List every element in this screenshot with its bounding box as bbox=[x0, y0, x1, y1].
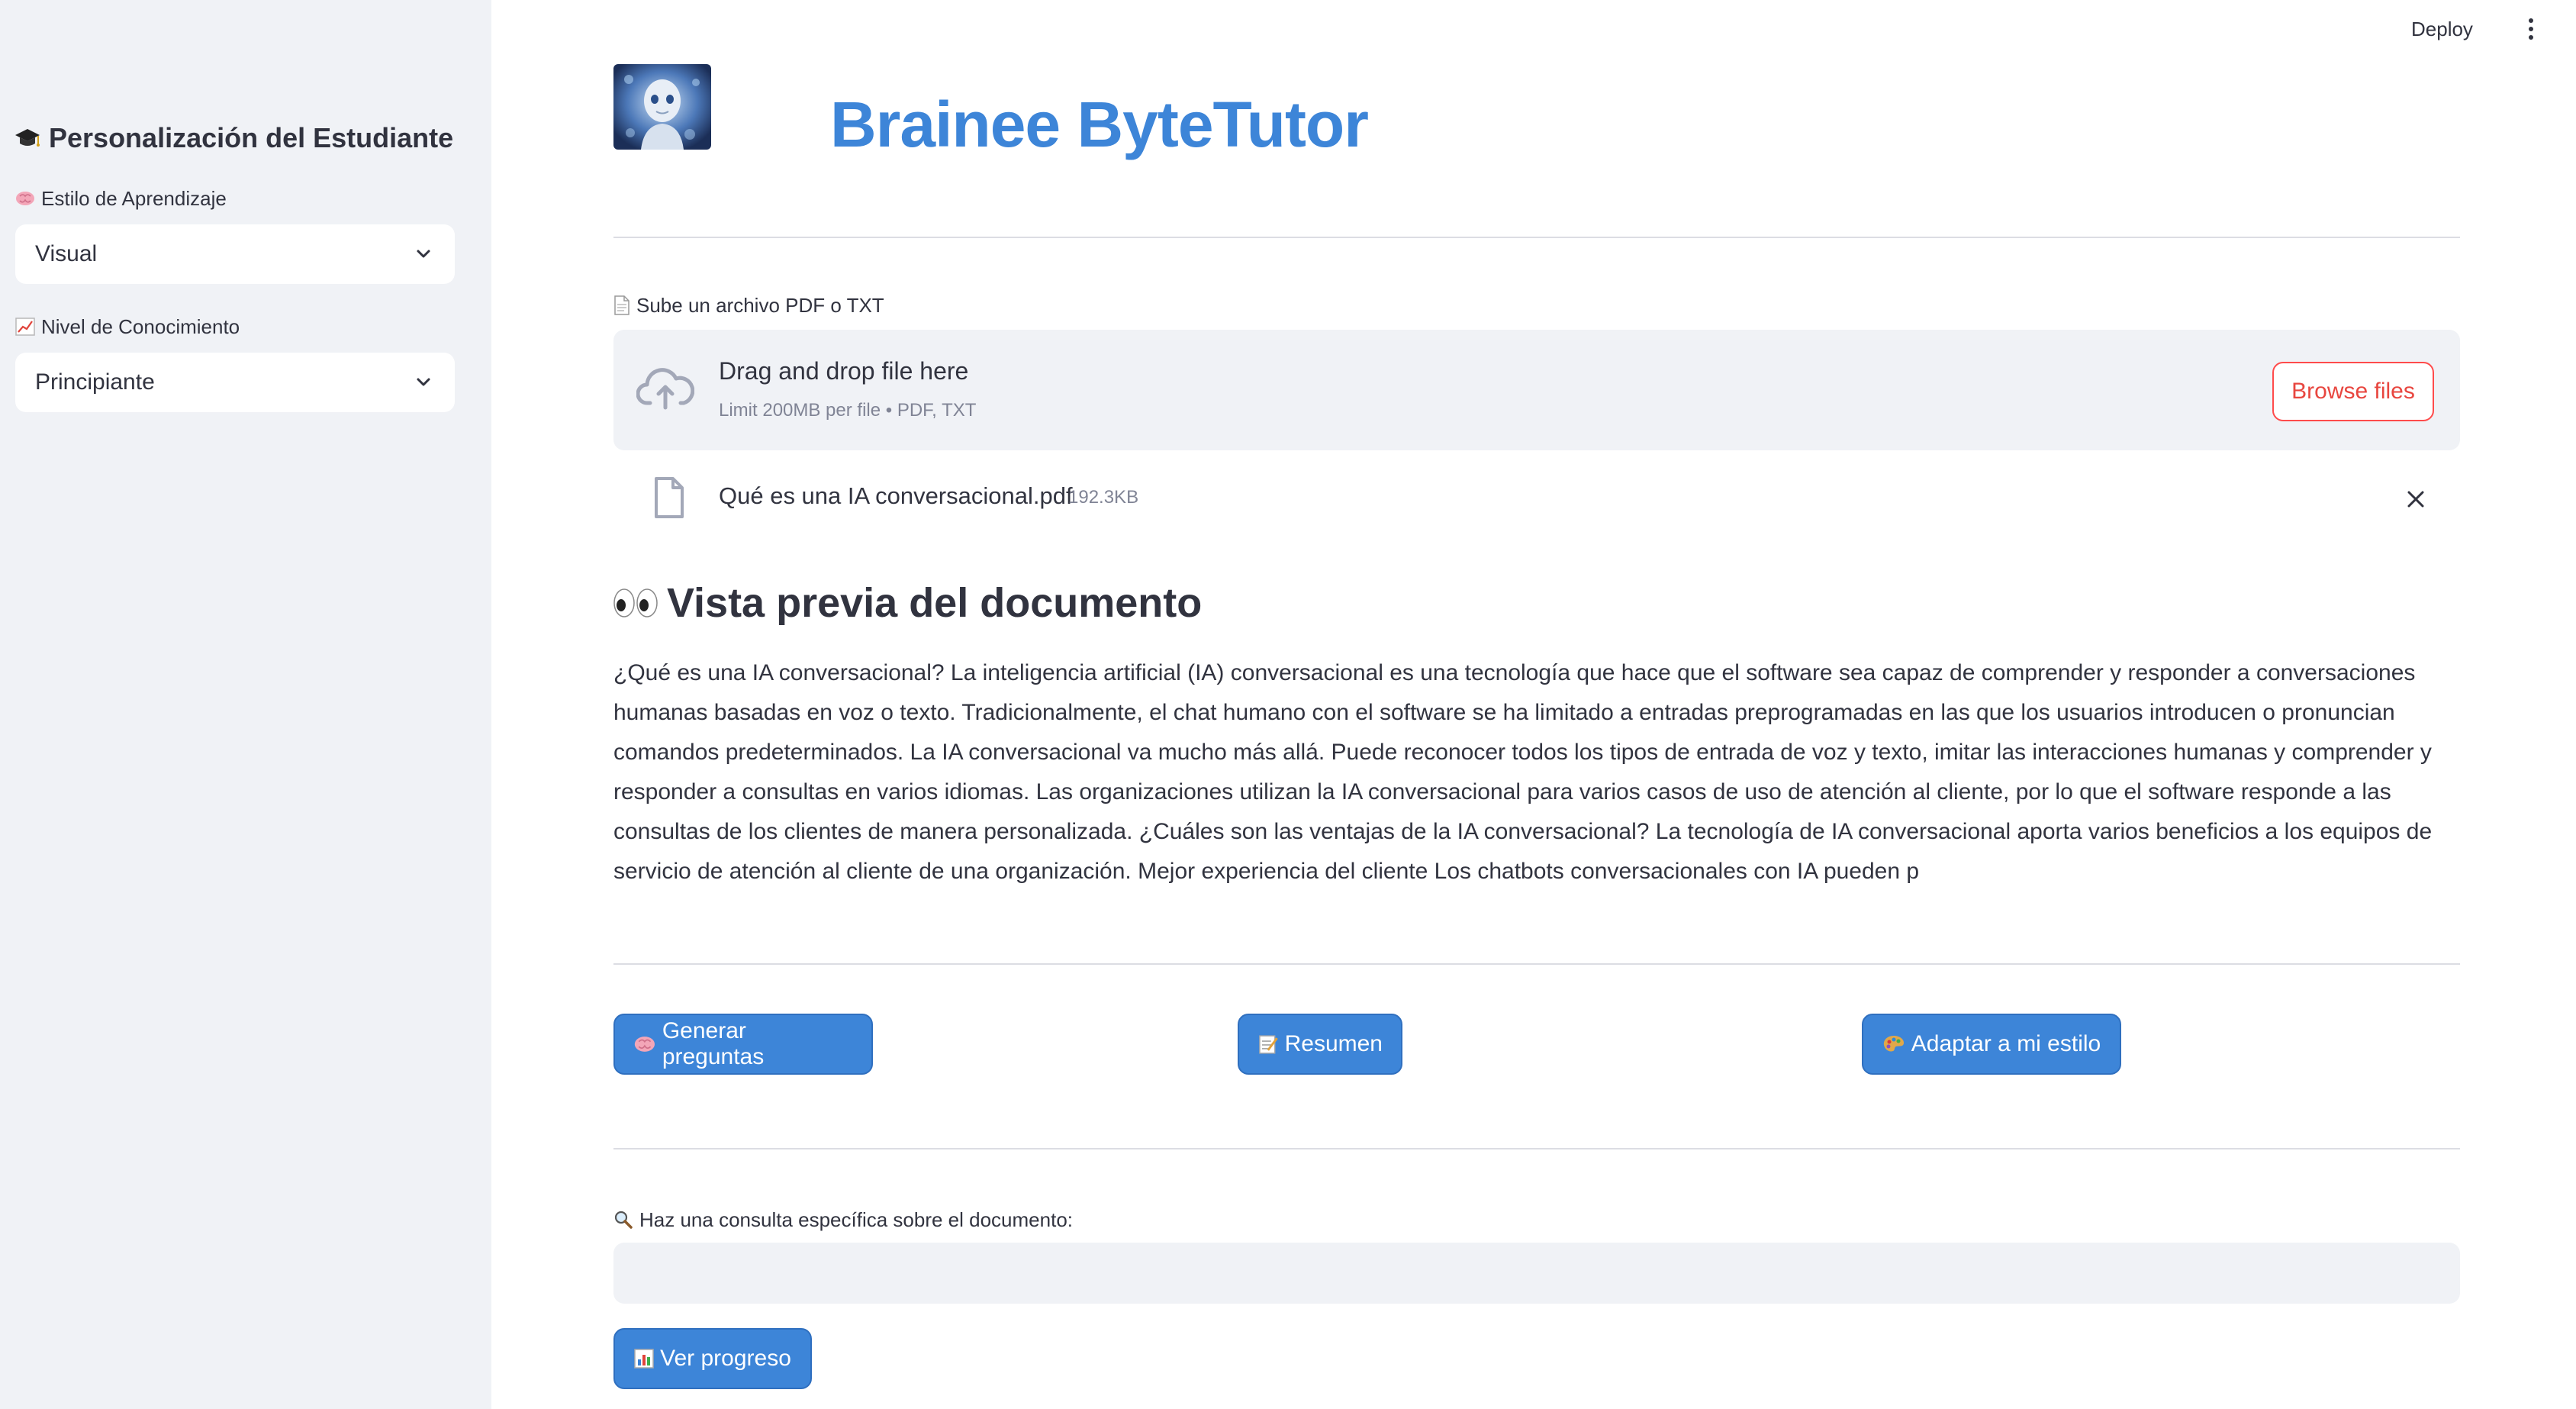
view-progress-label: Ver progreso bbox=[660, 1346, 791, 1371]
document-preview-text: ¿Qué es una IA conversacional? La inteli… bbox=[613, 653, 2460, 892]
app-title: Brainee ByteTutor bbox=[830, 88, 1369, 160]
learning-style-select[interactable]: Visual bbox=[15, 224, 455, 284]
deploy-button[interactable]: Deploy bbox=[2411, 12, 2473, 46]
adapt-style-button[interactable]: Adaptar a mi estilo bbox=[1862, 1014, 2121, 1075]
knowledge-level-value: Principiante bbox=[35, 369, 155, 395]
divider bbox=[613, 963, 2460, 965]
learning-style-label: Estilo de Aprendizaje bbox=[15, 185, 227, 212]
preview-heading-text: Vista previa del documento bbox=[667, 580, 1203, 626]
file-icon bbox=[655, 477, 684, 518]
sidebar-title-text: Personalización del Estudiante bbox=[49, 122, 454, 153]
brain-icon bbox=[634, 1037, 655, 1052]
artist-palette-icon bbox=[1883, 1036, 1904, 1052]
page-icon bbox=[614, 295, 630, 315]
memo-icon bbox=[1259, 1035, 1278, 1054]
cloud-upload-icon bbox=[636, 368, 694, 410]
remove-file-icon[interactable] bbox=[2402, 485, 2429, 513]
view-progress-button[interactable]: Ver progreso bbox=[613, 1328, 812, 1389]
preview-line: consultas de los clientes de manera pers… bbox=[613, 819, 2433, 844]
knowledge-level-label-text: Nivel de Conocimiento bbox=[41, 314, 240, 338]
dropzone-limits: Limit 200MB per file • PDF, TXT bbox=[719, 400, 977, 421]
adapt-style-label: Adaptar a mi estilo bbox=[1911, 1031, 2101, 1056]
summary-button[interactable]: Resumen bbox=[1238, 1014, 1402, 1075]
uploaded-file-name: Qué es una IA conversacional.pdf bbox=[719, 482, 1073, 509]
knowledge-level-label: Nivel de Conocimiento bbox=[15, 313, 240, 340]
chevron-down-icon bbox=[417, 250, 430, 258]
preview-line: responder a consultas en varios idiomas.… bbox=[613, 779, 2391, 804]
learning-style-label-text: Estilo de Aprendizaje bbox=[41, 186, 227, 210]
sidebar-title: Personalización del Estudiante bbox=[14, 119, 453, 157]
bar-chart-icon bbox=[634, 1349, 654, 1369]
learning-style-value: Visual bbox=[35, 241, 98, 266]
knowledge-level-select[interactable]: Principiante bbox=[15, 353, 455, 412]
preview-line: servicio de atención al cliente de una o… bbox=[613, 859, 1920, 884]
document-query-input[interactable] bbox=[613, 1243, 2460, 1304]
query-label: Haz una consulta específica sobre el doc… bbox=[613, 1206, 1073, 1233]
preview-line: comandos predeterminados. La IA conversa… bbox=[613, 740, 2432, 765]
preview-line: ¿Qué es una IA conversacional? La inteli… bbox=[613, 660, 2416, 685]
generate-questions-button[interactable]: Generar preguntas bbox=[613, 1014, 873, 1075]
preview-heading: Vista previa del documento bbox=[613, 574, 1202, 632]
chart-increasing-icon bbox=[15, 318, 35, 336]
generate-questions-label: Generar preguntas bbox=[662, 1018, 765, 1069]
chevron-down-icon bbox=[417, 378, 430, 386]
summary-label: Resumen bbox=[1284, 1031, 1383, 1056]
graduation-cap-icon bbox=[15, 129, 40, 147]
sidebar: Personalización del Estudiante Estilo de… bbox=[0, 0, 491, 1409]
file-dropzone[interactable]: Drag and drop file here Limit 200MB per … bbox=[613, 330, 2460, 450]
divider bbox=[613, 1148, 2460, 1149]
upload-label: Sube un archivo PDF o TXT bbox=[613, 292, 884, 319]
preview-line: humanas basadas en voz o texto. Tradicio… bbox=[613, 700, 2395, 725]
app-logo bbox=[613, 64, 711, 150]
browse-files-button[interactable]: Browse files bbox=[2272, 362, 2434, 421]
uploaded-file-size: 192.3KB bbox=[1068, 487, 1139, 508]
query-label-text: Haz una consulta específica sobre el doc… bbox=[639, 1207, 1074, 1231]
divider bbox=[613, 237, 2460, 238]
uploaded-file-row: Qué es una IA conversacional.pdf 192.3KB bbox=[613, 469, 2460, 530]
eyes-icon bbox=[613, 588, 658, 617]
magnifying-glass-icon bbox=[614, 1211, 633, 1229]
brain-icon bbox=[16, 192, 34, 205]
main-menu-icon[interactable] bbox=[2520, 14, 2542, 44]
dropzone-instructions: Drag and drop file here bbox=[719, 357, 969, 385]
upload-label-text: Sube un archivo PDF o TXT bbox=[636, 293, 884, 317]
app-root: Personalización del Estudiante Estilo de… bbox=[0, 0, 2576, 1409]
